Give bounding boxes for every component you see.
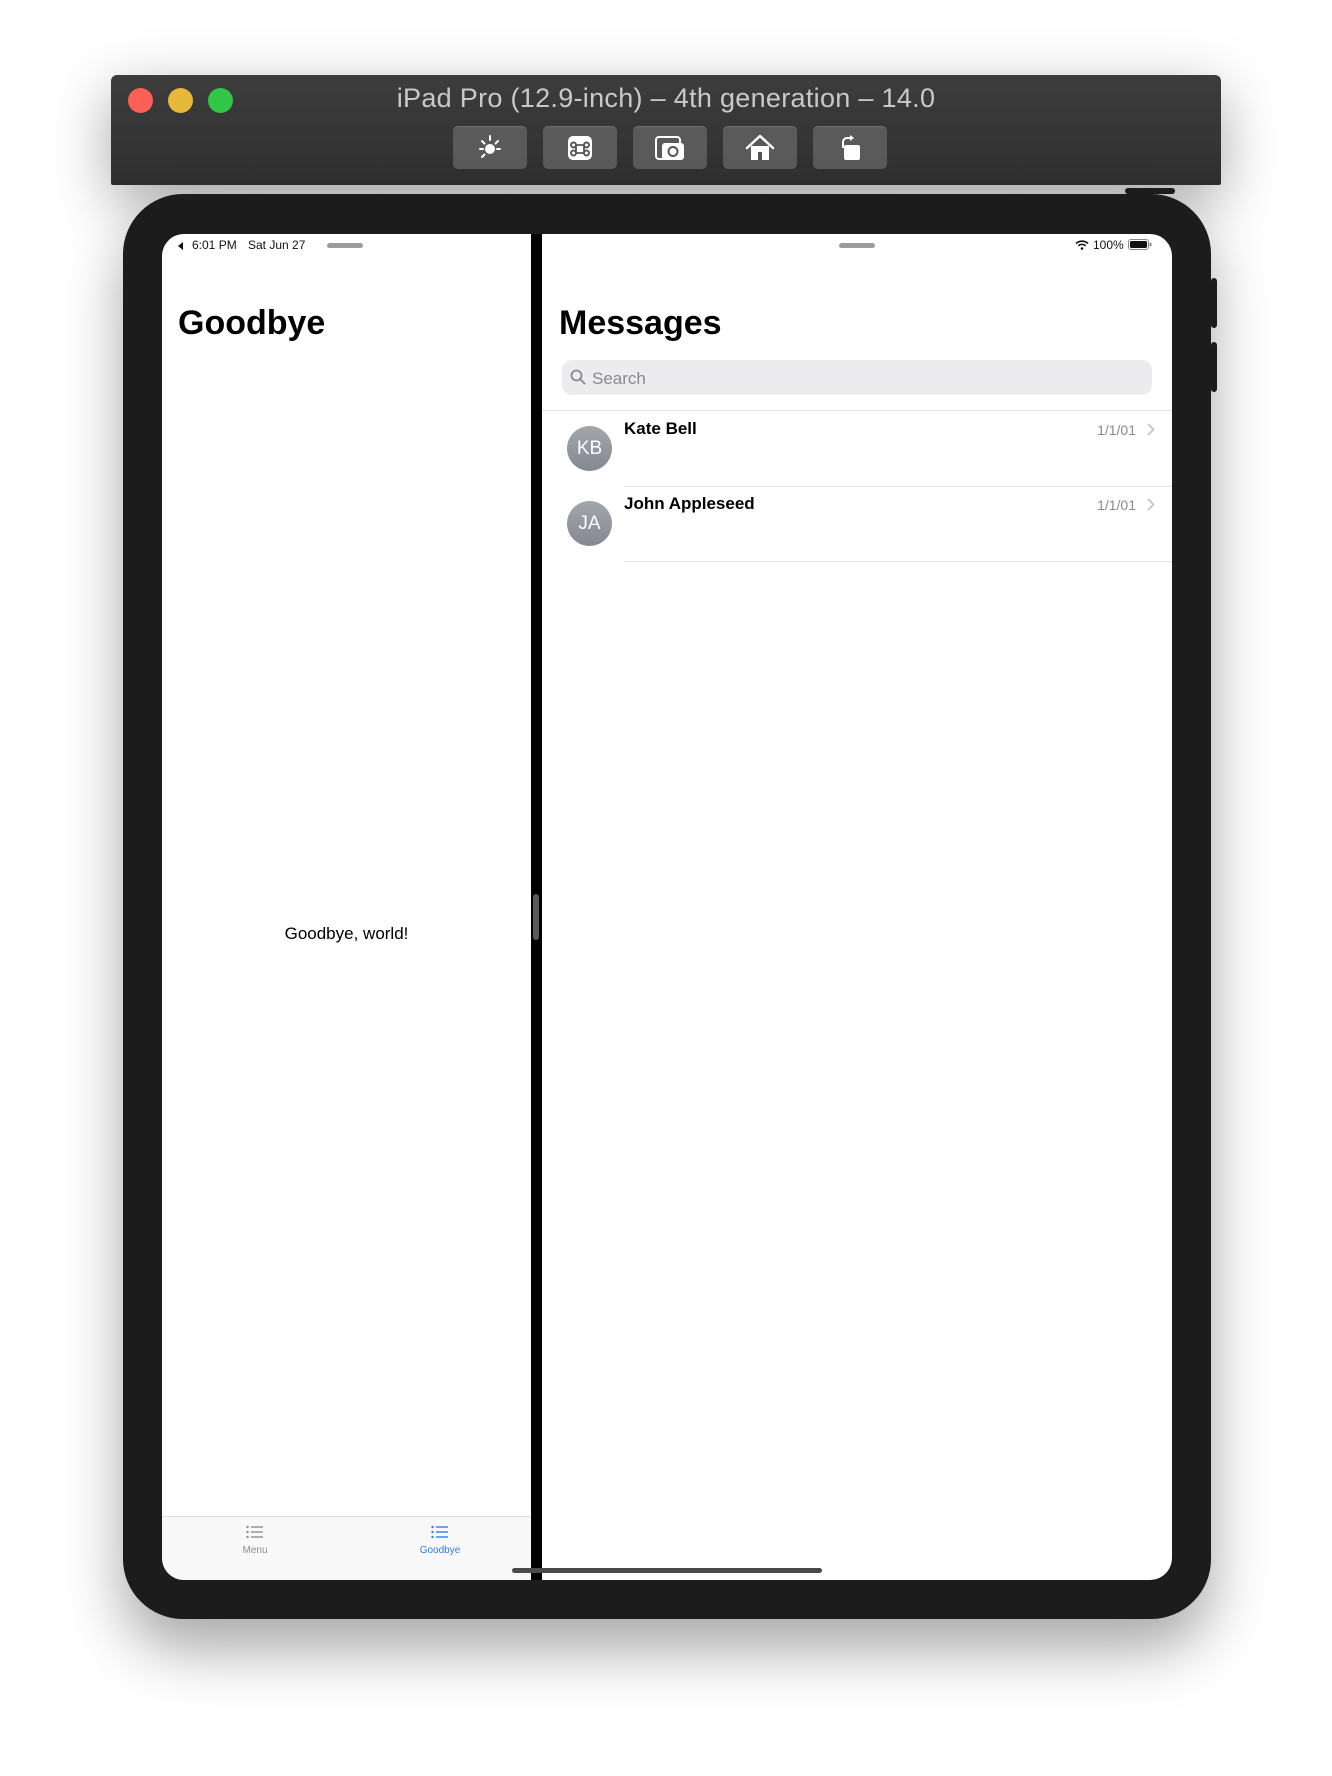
status-date: Sat Jun 27 [248, 238, 306, 252]
power-button[interactable] [1125, 188, 1175, 194]
chevron-right-icon [1147, 498, 1155, 511]
status-time: 6:01 PM [192, 238, 237, 252]
search-icon [570, 369, 586, 385]
simulator-toolbar [453, 126, 887, 169]
window-title: iPad Pro (12.9-inch) – 4th generation – … [396, 83, 936, 113]
page-title: Goodbye [178, 304, 326, 342]
left-app-pane: 6:01 PM Sat Jun 27 Goodbye Goodbye, worl… [162, 234, 531, 1580]
chevron-right-icon [1147, 423, 1155, 436]
brightness-icon [479, 134, 501, 158]
home-button[interactable] [723, 126, 797, 169]
avatar: JA [567, 501, 612, 546]
home-icon [745, 134, 775, 160]
page-title: Messages [559, 304, 722, 342]
ipad-screen: 6:01 PM Sat Jun 27 Goodbye Goodbye, worl… [162, 234, 1172, 1580]
list-icon [246, 1525, 263, 1539]
back-arrow-icon[interactable] [178, 242, 184, 250]
tab-label: Goodbye [419, 1545, 461, 1556]
command-icon [568, 135, 592, 160]
multitasking-grabber[interactable] [327, 243, 363, 248]
brightness-button[interactable] [453, 126, 527, 169]
rotate-button[interactable] [813, 126, 887, 169]
right-app-pane: 100% Messages KB Kate Bell 1/1/01 JA [542, 234, 1172, 1580]
home-indicator[interactable] [512, 1568, 822, 1573]
message-row-kate-bell[interactable]: KB Kate Bell 1/1/01 [542, 411, 1172, 486]
tab-menu[interactable]: Menu [195, 1525, 315, 1556]
message-row-john-appleseed[interactable]: JA John Appleseed 1/1/01 [542, 486, 1172, 561]
command-button[interactable] [543, 126, 617, 169]
split-view-divider-handle[interactable] [533, 894, 539, 940]
search-bar [562, 360, 1152, 397]
tab-label: Menu [242, 1545, 268, 1556]
message-date: 1/1/01 [1097, 497, 1136, 513]
wifi-icon [1075, 240, 1089, 250]
rotate-icon [842, 134, 860, 160]
search-input[interactable] [590, 360, 1144, 397]
goodbye-text: Goodbye, world! [284, 924, 409, 943]
contact-name: Kate Bell [624, 419, 697, 438]
screenshot-icon [655, 135, 684, 160]
tab-bar: Menu Goodbye [162, 1516, 531, 1580]
tab-goodbye[interactable]: Goodbye [380, 1525, 500, 1556]
message-date: 1/1/01 [1097, 422, 1136, 438]
list-icon [431, 1525, 448, 1539]
row-divider [624, 561, 1172, 562]
volume-up-button[interactable] [1211, 278, 1217, 328]
avatar: KB [567, 426, 612, 471]
multitasking-grabber[interactable] [839, 243, 875, 248]
screenshot-button[interactable] [633, 126, 707, 169]
battery-percent: 100% [1093, 238, 1124, 252]
contact-name: John Appleseed [624, 494, 755, 513]
volume-down-button[interactable] [1211, 342, 1217, 392]
battery-icon [1128, 239, 1152, 250]
simulator-title-bar: iPad Pro (12.9-inch) – 4th generation – … [111, 75, 1221, 185]
